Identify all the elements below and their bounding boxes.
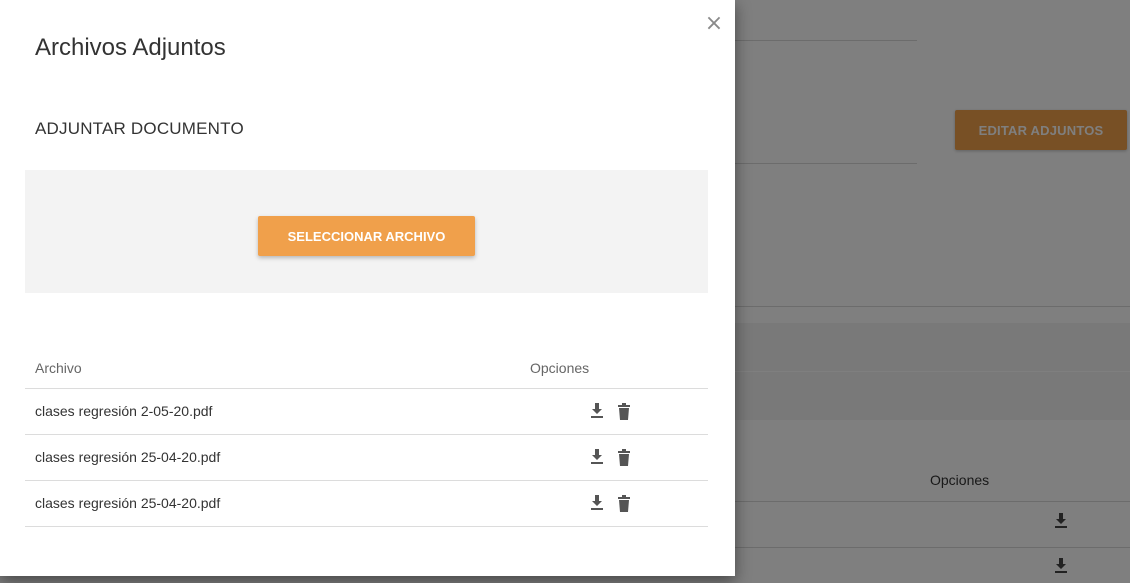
column-header-file: Archivo bbox=[35, 360, 82, 376]
table-row: clases regresión 25-04-20.pdf bbox=[25, 481, 708, 527]
download-icon[interactable] bbox=[588, 447, 606, 467]
download-icon[interactable] bbox=[588, 401, 606, 421]
column-header-options: Opciones bbox=[530, 360, 590, 376]
select-file-button[interactable]: SELECCIONAR ARCHIVO bbox=[258, 216, 475, 256]
attachments-modal: × Archivos Adjuntos ADJUNTAR DOCUMENTO S… bbox=[0, 0, 735, 576]
row-actions bbox=[588, 447, 633, 467]
download-icon[interactable] bbox=[588, 493, 606, 513]
file-dropzone[interactable]: SELECCIONAR ARCHIVO bbox=[25, 170, 708, 293]
file-name: clases regresión 25-04-20.pdf bbox=[35, 449, 221, 465]
trash-icon[interactable] bbox=[615, 493, 633, 513]
row-actions bbox=[588, 493, 633, 513]
table-header: Archivo Opciones bbox=[25, 349, 708, 389]
close-icon[interactable]: × bbox=[704, 13, 724, 35]
modal-title: Archivos Adjuntos bbox=[35, 34, 226, 61]
attachments-table: Archivo Opciones clases regresión 2-05-2… bbox=[25, 349, 708, 527]
row-actions bbox=[588, 401, 633, 421]
file-name: clases regresión 25-04-20.pdf bbox=[35, 495, 221, 511]
trash-icon[interactable] bbox=[615, 401, 633, 421]
file-name: clases regresión 2-05-20.pdf bbox=[35, 403, 213, 419]
table-row: clases regresión 2-05-20.pdf bbox=[25, 389, 708, 435]
trash-icon[interactable] bbox=[615, 447, 633, 467]
table-row: clases regresión 25-04-20.pdf bbox=[25, 435, 708, 481]
section-title: ADJUNTAR DOCUMENTO bbox=[35, 119, 244, 138]
